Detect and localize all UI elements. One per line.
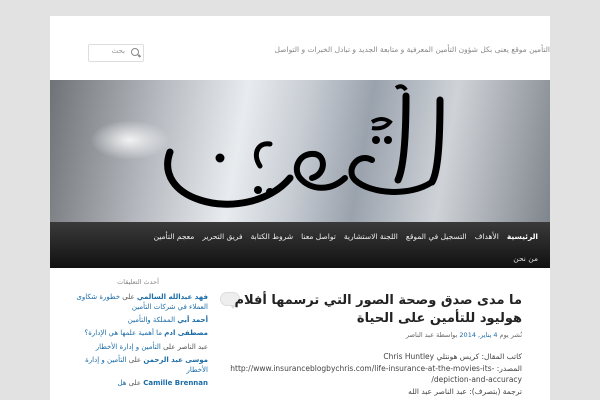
nav-item-register[interactable]: التسجيل في الموقع bbox=[402, 232, 471, 241]
comment-item: Camille Brennan على هل bbox=[68, 378, 208, 388]
meta-published-label: نُشر يوم bbox=[499, 331, 522, 340]
comment-on: على bbox=[163, 342, 176, 351]
search-placeholder: بحث bbox=[111, 47, 125, 55]
article-body: كاتب المقال: كريس هونتلي Chris Huntley ا… bbox=[222, 351, 522, 398]
nav-row: الرئيسية الأهداف التسجيل في الموقع اللجن… bbox=[150, 232, 542, 241]
article-line-source[interactable]: المصدر: http://www.insuranceblogbychris.… bbox=[222, 363, 522, 386]
comment-on: على bbox=[128, 378, 142, 387]
comment-item: فهد عبدالله السالمي على خطورة شكاوى العم… bbox=[68, 292, 208, 312]
recent-comments-widget: أحدث التعليقات فهد عبدالله السالمي على خ… bbox=[68, 278, 208, 391]
search-input[interactable]: بحث bbox=[88, 44, 144, 62]
nav-item-writing-terms[interactable]: شروط الكتابة bbox=[247, 232, 298, 241]
article-line: كاتب المقال: كريس هونتلي Chris Huntley bbox=[383, 352, 522, 362]
search-icon[interactable] bbox=[131, 48, 139, 56]
nav-item-goals[interactable]: الأهداف bbox=[471, 232, 503, 241]
calligraphy-logo bbox=[164, 84, 444, 208]
article-line: ترجمة (بتصرف): عبد الناصر عبد الله bbox=[408, 386, 522, 396]
page: بحث التأمين موقع يعنى بكل شؤون التأمين ا… bbox=[50, 16, 550, 400]
comment-item: موسى عبد الرحمن على التأمين و إدارة الأخ… bbox=[68, 355, 208, 375]
comment-post-link[interactable]: التأمين و إدارة الأخطار bbox=[96, 343, 161, 351]
article-author[interactable]: بواسطة عبد الناصر bbox=[406, 331, 457, 339]
main-navigation: الرئيسية الأهداف التسجيل في الموقع اللجن… bbox=[50, 222, 550, 268]
comment-post-link[interactable]: ما أهمية علمها هي الإدارة؟ bbox=[85, 329, 163, 337]
site-tagline: التأمين موقع يعنى بكل شؤون التأمين المعر… bbox=[274, 45, 550, 54]
nav-item-editorial[interactable]: فريق التحرير bbox=[198, 232, 246, 241]
comment-on: على bbox=[122, 293, 135, 301]
header-banner[interactable] bbox=[50, 80, 550, 222]
comment-post-link[interactable]: المملكة والتأمين bbox=[128, 316, 175, 324]
comment-author[interactable]: أحمد أبي bbox=[177, 316, 208, 324]
site-header: بحث التأمين موقع يعنى بكل شؤون التأمين ا… bbox=[50, 16, 550, 80]
nav-item-about[interactable]: من نحن bbox=[513, 254, 538, 263]
comment-author[interactable]: عبد الناصر bbox=[178, 343, 208, 351]
comment-author[interactable]: مصطفى ادم bbox=[164, 329, 208, 337]
comment-author[interactable]: موسى عبد الرحمن bbox=[143, 356, 208, 364]
article: ما مدى صدق وصحة الصور التي ترسمها أفلام … bbox=[222, 292, 522, 398]
article-date[interactable]: 4 يناير, 2014 bbox=[459, 331, 497, 339]
comment-on: على bbox=[128, 355, 142, 364]
comment-author[interactable]: فهد عبدالله السالمي bbox=[137, 293, 208, 301]
comment-item: أحمد أبي المملكة والتأمين bbox=[68, 315, 208, 325]
comment-item: مصطفى ادم ما أهمية علمها هي الإدارة؟ bbox=[68, 328, 209, 338]
comment-author[interactable]: Camille Brennan bbox=[143, 379, 208, 387]
article-title[interactable]: ما مدى صدق وصحة الصور التي ترسمها أفلام … bbox=[222, 292, 522, 327]
nav-item-glossary[interactable]: معجم التأمين bbox=[150, 232, 199, 241]
nav-item-contact[interactable]: تواصل معنا bbox=[297, 232, 340, 241]
nav-item-advisory[interactable]: اللجنة الاستشارية bbox=[340, 232, 402, 241]
comment-post-link[interactable]: هل bbox=[117, 379, 126, 387]
widget-heading: أحدث التعليقات bbox=[117, 278, 159, 286]
nav-item-home[interactable]: الرئيسية bbox=[503, 232, 542, 241]
article-meta: نُشر يوم 4 يناير, 2014 بواسطة عبد الناصر bbox=[222, 331, 522, 339]
comment-item: عبد الناصر على التأمين و إدارة الأخطار bbox=[68, 342, 208, 352]
